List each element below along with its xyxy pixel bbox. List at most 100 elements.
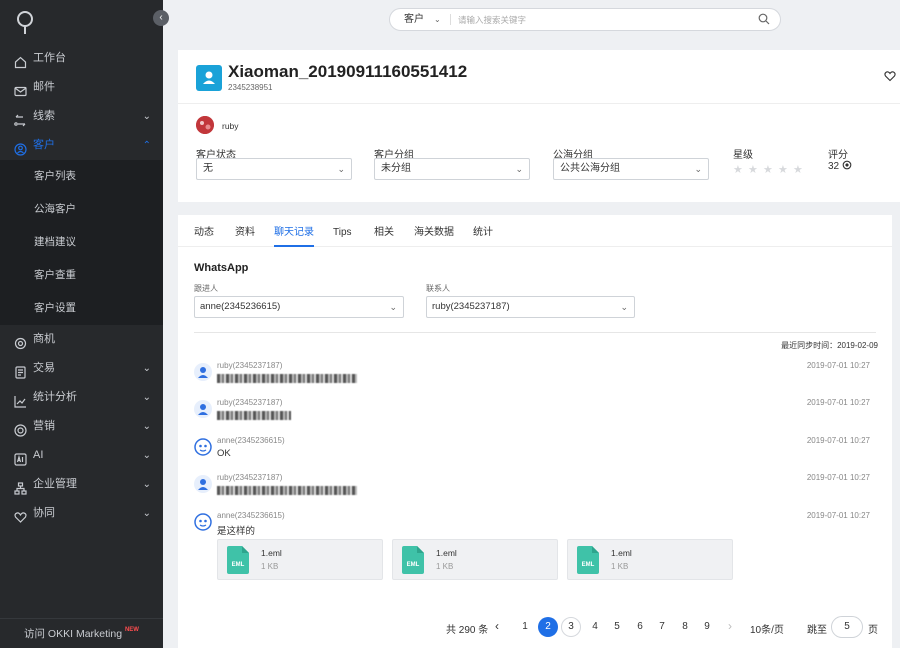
total-count: 共 290 条 xyxy=(446,625,489,636)
message-time: 2019-07-01 10:27 xyxy=(806,361,870,370)
chevron-down-icon: ⌄ xyxy=(142,111,151,122)
sidebar-item-mail[interactable]: 邮件 xyxy=(0,73,163,102)
sidebar-item-trade[interactable]: 交易 ⌄ xyxy=(0,354,163,383)
sidebar-item-label: 交易 xyxy=(33,362,55,374)
mail-icon xyxy=(14,81,27,97)
star-icon[interactable]: ★ xyxy=(778,163,789,176)
submenu-item-customer-list[interactable]: 客户列表 xyxy=(0,160,163,193)
chevron-down-icon: ⌄ xyxy=(142,479,151,490)
contact-select[interactable]: ruby(2345237187) ⌄ xyxy=(426,296,635,318)
sidebar-item-ai[interactable]: AI ⌄ xyxy=(0,441,163,470)
sidebar-item-customer[interactable]: 客户 ⌃ xyxy=(0,131,163,160)
customer-id: 2345238951 xyxy=(228,83,273,92)
chevron-down-icon: ⌄ xyxy=(142,508,151,519)
page-button[interactable]: 3 xyxy=(561,617,581,637)
public-pool-group-select[interactable]: 公共公海分组 ⌄ xyxy=(553,158,709,180)
sidebar-item-leads[interactable]: 线索 ⌄ xyxy=(0,102,163,131)
sidebar-item-label: 工作台 xyxy=(33,52,66,64)
submenu-item-public-customers[interactable]: 公海客户 xyxy=(0,193,163,226)
next-page-button[interactable]: › xyxy=(728,619,732,633)
select-value: anne(2345236615) xyxy=(200,301,281,312)
page-button[interactable]: 1 xyxy=(515,617,535,637)
attachment-card[interactable]: EML 1.eml 1 KB xyxy=(217,539,383,580)
submenu-item-duplicate-check[interactable]: 客户查重 xyxy=(0,259,163,292)
svg-text:EML: EML xyxy=(582,562,595,568)
page-button[interactable]: 4 xyxy=(585,617,605,637)
chevron-up-icon: ⌃ xyxy=(142,140,151,151)
page-button[interactable]: 7 xyxy=(652,617,672,637)
prev-page-button[interactable]: ‹ xyxy=(495,619,499,633)
attachment-card[interactable]: EML 1.eml 1 KB xyxy=(392,539,558,580)
sidebar-item-label: 统计分析 xyxy=(33,391,77,403)
tab-related[interactable]: 相关 xyxy=(374,215,394,247)
pagination: 共 290 条 ‹ 1 2 3 4 5 6 7 8 9 › 10条/页 跳至 5… xyxy=(178,615,892,641)
page-button[interactable]: 9 xyxy=(697,617,717,637)
rating-label: 星级 xyxy=(733,150,753,161)
global-search: 客户 ⌄ xyxy=(389,8,781,31)
chevron-down-icon: ⌄ xyxy=(337,164,345,174)
message-time: 2019-07-01 10:27 xyxy=(806,436,870,445)
redacted-text xyxy=(217,410,291,420)
search-icon[interactable] xyxy=(758,13,770,25)
page-button[interactable]: 6 xyxy=(630,617,650,637)
org-icon xyxy=(14,478,27,495)
redacted-text xyxy=(217,485,357,495)
user-icon xyxy=(203,71,215,84)
star-icon[interactable]: ★ xyxy=(733,163,744,176)
logo-icon xyxy=(17,11,33,34)
goto-page-input[interactable]: 5 xyxy=(831,616,863,638)
divider xyxy=(178,103,900,104)
favorite-heart-icon[interactable] xyxy=(884,70,896,82)
contact-avatar-icon xyxy=(194,475,212,493)
search-category-select[interactable]: 客户 xyxy=(404,9,424,30)
submenu-item-filing-suggestions[interactable]: 建档建议 xyxy=(0,226,163,259)
sidebar-item-collab[interactable]: 协同 ⌄ xyxy=(0,499,163,528)
tab-statistics[interactable]: 统计 xyxy=(473,215,493,247)
star-rating[interactable]: ★ ★ ★ ★ ★ xyxy=(733,162,808,176)
sidebar-item-marketing[interactable]: 营销 ⌄ xyxy=(0,412,163,441)
star-icon[interactable]: ★ xyxy=(763,163,774,176)
follower-select[interactable]: anne(2345236615) ⌄ xyxy=(194,296,404,318)
attachment-name: 1.eml xyxy=(611,548,632,558)
chevron-down-icon: ⌄ xyxy=(389,302,397,312)
sidebar-item-enterprise[interactable]: 企业管理 ⌄ xyxy=(0,470,163,499)
message-time: 2019-07-01 10:27 xyxy=(806,398,870,407)
submenu-item-customer-settings[interactable]: 客户设置 xyxy=(0,292,163,325)
tab-tips[interactable]: Tips xyxy=(333,215,352,247)
chevron-down-icon: ⌄ xyxy=(142,450,151,461)
sidebar-item-analytics[interactable]: 统计分析 ⌄ xyxy=(0,383,163,412)
message-text: OK xyxy=(217,448,231,459)
contact-label: 联系人 xyxy=(426,284,450,293)
follower-avatar-icon xyxy=(194,438,212,456)
score-settings-icon[interactable] xyxy=(842,160,852,170)
star-icon[interactable]: ★ xyxy=(748,163,759,176)
page-button[interactable]: 8 xyxy=(675,617,695,637)
tab-customs-data[interactable]: 海关数据 xyxy=(414,215,454,247)
select-value: 未分组 xyxy=(381,163,411,174)
collapse-sidebar-button[interactable]: ‹ xyxy=(153,10,169,26)
page-button-current[interactable]: 2 xyxy=(538,617,558,637)
sidebar-item-workbench[interactable]: 工作台 xyxy=(0,44,163,73)
select-value: 公共公海分组 xyxy=(560,163,620,174)
attachment-card[interactable]: EML 1.eml 1 KB xyxy=(567,539,733,580)
search-input[interactable] xyxy=(458,11,738,28)
page-size-select[interactable]: 10条/页 xyxy=(750,621,784,636)
message-text xyxy=(217,410,291,421)
page-button[interactable]: 5 xyxy=(607,617,627,637)
customer-status-select[interactable]: 无 ⌄ xyxy=(196,158,352,180)
customer-group-select[interactable]: 未分组 ⌄ xyxy=(374,158,530,180)
tab-profile[interactable]: 资料 xyxy=(235,215,255,247)
message-time: 2019-07-01 10:27 xyxy=(806,473,870,482)
chat-channel-title: WhatsApp xyxy=(194,262,249,274)
chevron-down-icon: ⌄ xyxy=(515,164,523,174)
customer-name: Xiaoman_20190911160551412 xyxy=(228,62,468,81)
tab-activity[interactable]: 动态 xyxy=(194,215,214,247)
star-icon[interactable]: ★ xyxy=(793,163,804,176)
tab-chat-history[interactable]: 聊天记录 xyxy=(274,215,314,247)
sidebar-item-opportunity[interactable]: 商机 xyxy=(0,325,163,354)
message-sender: ruby(2345237187) xyxy=(217,398,283,407)
eml-file-icon: EML xyxy=(577,546,599,574)
follower-avatar-icon xyxy=(194,513,212,531)
attachment-size: 1 KB xyxy=(611,562,629,571)
okki-marketing-link[interactable]: 访问 OKKI Marketing NEW xyxy=(0,618,163,648)
